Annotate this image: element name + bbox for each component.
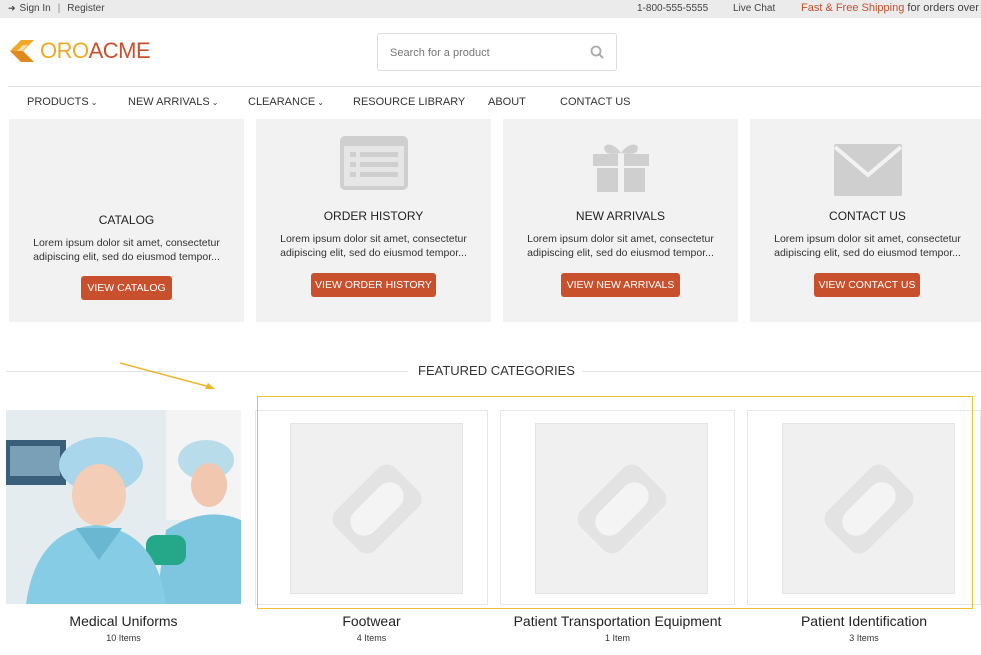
chevron-down-icon: ⌄ [211,98,219,107]
logo-text-acme: ACME [88,38,151,63]
nav-resource-library[interactable]: RESOURCE LIBRARY [353,96,465,108]
chevron-down-icon: ⌄ [317,98,324,107]
card-description: Lorem ipsum dolor sit amet, consectetur a… [280,233,467,259]
annotation-arrow [119,362,215,389]
card-title: ORDER HISTORY [323,209,424,223]
logo-icon [10,40,34,62]
catalog-card: CATALOG Lorem ipsum dolor sit amet, cons… [9,119,244,322]
nav-divider [8,86,981,87]
view-catalog-button[interactable]: VIEW CATALOG [81,276,172,300]
contact-us-card: CONTACT US Lorem ipsum dolor sit amet, c… [750,119,981,322]
card-description: Lorem ipsum dolor sit amet, consectetur a… [33,237,220,263]
card-title: CONTACT US [829,209,906,223]
search-box[interactable] [377,33,617,71]
nav-clearance[interactable]: CLEARANCE ⌄ [248,96,324,108]
shipping-promo: Fast & Free Shipping for orders over $45 [801,2,981,14]
card-title: CATALOG [98,213,155,227]
chevron-down-icon: ⌄ [90,98,98,107]
phone-number[interactable]: 1-800-555-5555 [637,3,708,14]
category-name[interactable]: Footwear [255,613,488,629]
category-count: 4 Items [356,633,387,643]
top-bar: ➜ Sign In | Register 1-800-555-5555 Live… [0,0,981,18]
shipping-text: for orders over $45 [907,2,981,14]
highlight-box [257,396,973,609]
category-name[interactable]: Medical Uniforms [6,613,241,629]
view-new-arrivals-button[interactable]: VIEW NEW ARRIVALS [561,273,680,297]
divider: | [57,3,61,14]
card-description: Lorem ipsum dolor sit amet, consectetur a… [527,233,714,259]
nav-new-arrivals[interactable]: NEW ARRIVALS ⌄ [128,96,218,108]
category-count: 10 Items [106,633,141,643]
search-input[interactable] [390,44,580,62]
new-arrivals-card: NEW ARRIVALS Lorem ipsum dolor sit amet,… [503,119,738,322]
sign-in-link[interactable]: Sign In [20,3,51,14]
sign-in-icon[interactable]: ➜ [8,3,16,14]
order-history-card: ORDER HISTORY Lorem ipsum dolor sit amet… [256,119,491,322]
view-contact-us-button[interactable]: VIEW CONTACT US [814,273,920,297]
search-icon[interactable] [590,45,604,64]
main-nav: PRODUCTS ⌄ NEW ARRIVALS ⌄ CLEARANCE ⌄ RESOU… [0,96,981,112]
logo[interactable]: OROACME [8,38,151,64]
gift-icon [503,139,738,193]
category-count: 3 Items [849,633,879,643]
list-icon [256,135,491,191]
divider [582,371,981,372]
register-link[interactable]: Register [67,3,104,14]
nav-products[interactable]: PRODUCTS ⌄ [27,96,97,108]
featured-categories-title: FEATURED CATEGORIES [418,363,575,378]
card-description: Lorem ipsum dolor sit amet, consectetur a… [774,233,961,259]
category-name[interactable]: Patient Identification [747,613,981,629]
nav-about[interactable]: ABOUT [488,96,526,108]
shipping-highlight[interactable]: Fast & Free Shipping [801,2,904,14]
category-count: 1 Item [604,633,630,643]
view-order-history-button[interactable]: VIEW ORDER HISTORY [311,273,436,297]
envelope-icon [750,143,981,197]
card-title: NEW ARRIVALS [575,209,666,223]
medical-uniforms-image[interactable] [6,410,241,604]
nav-contact-us[interactable]: CONTACT US [560,96,631,108]
logo-text-oro: ORO [40,38,89,63]
category-name[interactable]: Patient Transportation Equipment [500,613,735,629]
live-chat-link[interactable]: Live Chat [733,3,775,14]
